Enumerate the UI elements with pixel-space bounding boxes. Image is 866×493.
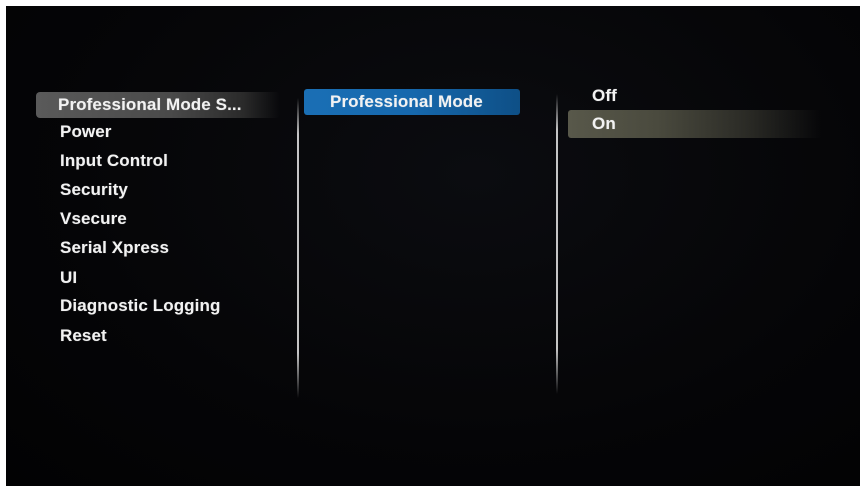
submenu-item-professional-mode[interactable]: Professional Mode	[304, 89, 520, 115]
menu-item-label: Power	[60, 122, 112, 141]
menu-item-label: Diagnostic Logging	[60, 296, 221, 315]
menu-item-diagnostic-logging[interactable]: Diagnostic Logging	[60, 296, 220, 316]
submenu-item-label: Professional Mode	[330, 92, 483, 111]
menu-item-label: Reset	[60, 326, 107, 345]
menu-item-label: UI	[60, 268, 78, 287]
menu-item-reset[interactable]: Reset	[60, 326, 107, 346]
menu-item-label: Serial Xpress	[60, 238, 170, 257]
option-list: Off On	[562, 6, 860, 486]
menu-item-input-control[interactable]: Input Control	[60, 151, 168, 171]
column-divider	[297, 98, 299, 398]
menu-item-serial-xpress[interactable]: Serial Xpress	[60, 238, 169, 258]
menu-item-power[interactable]: Power	[60, 122, 112, 142]
option-label: Off	[592, 86, 617, 105]
settings-submenu-list: Professional Mode	[300, 6, 558, 486]
option-on[interactable]: On	[568, 110, 822, 138]
tv-settings-screen: Professional Mode S... Power Input Contr…	[6, 6, 860, 486]
option-label: On	[592, 114, 616, 133]
menu-item-label: Input Control	[60, 151, 168, 170]
menu-item-label: Vsecure	[60, 209, 127, 228]
menu-item-ui[interactable]: UI	[60, 268, 77, 288]
settings-category-list: Professional Mode S... Power Input Contr…	[6, 6, 296, 486]
option-off[interactable]: Off	[592, 86, 617, 106]
menu-item-label: Security	[60, 180, 128, 199]
menu-item-professional-mode-settings[interactable]: Professional Mode S...	[36, 92, 280, 118]
column-divider	[556, 94, 558, 394]
menu-item-security[interactable]: Security	[60, 180, 128, 200]
menu-item-vsecure[interactable]: Vsecure	[60, 209, 127, 229]
menu-item-label: Professional Mode S...	[58, 95, 242, 114]
